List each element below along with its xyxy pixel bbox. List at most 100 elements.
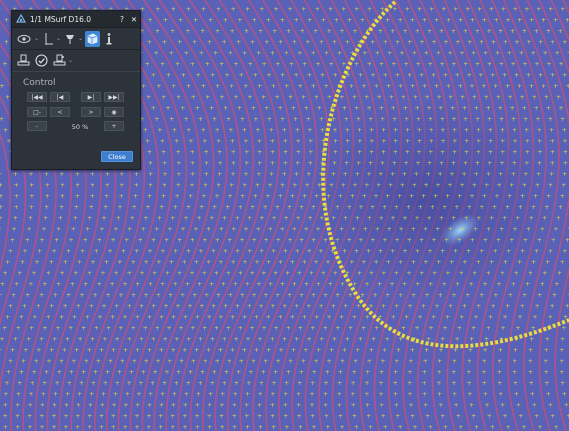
surface-dot: + bbox=[307, 127, 312, 134]
zoom-in-button[interactable]: + bbox=[104, 121, 124, 131]
surface-dot: + bbox=[94, 248, 99, 255]
surface-dot: + bbox=[230, 347, 235, 354]
surface-dot: + bbox=[294, 72, 299, 79]
step-left-button[interactable]: < bbox=[50, 107, 70, 117]
surface-dot: + bbox=[143, 215, 148, 222]
surface-dot: + bbox=[385, 193, 390, 200]
stamp-options-menu-icon[interactable]: ⌄ bbox=[68, 57, 73, 64]
surface-dot: + bbox=[144, 358, 149, 365]
surface-dot: + bbox=[544, 369, 549, 376]
surface-dot: + bbox=[565, 303, 569, 310]
surface-dot: + bbox=[0, 292, 2, 299]
first-button[interactable]: |◀◀ bbox=[27, 92, 47, 102]
step-back-button[interactable]: □- bbox=[27, 107, 47, 117]
last-button[interactable]: ▶▶| bbox=[104, 92, 124, 102]
surface-dot: + bbox=[0, 336, 5, 343]
surface-dot: + bbox=[235, 248, 240, 255]
surface-dot: + bbox=[463, 61, 468, 68]
surface-dot: + bbox=[460, 226, 465, 233]
surface-dot: + bbox=[467, 204, 472, 211]
surface-dot: + bbox=[445, 270, 450, 277]
surface-dot: + bbox=[151, 336, 156, 343]
lamp-tool-icon[interactable] bbox=[63, 31, 77, 47]
surface-dot: + bbox=[451, 369, 456, 376]
surface-dot: + bbox=[120, 358, 125, 365]
surface-dot: + bbox=[219, 259, 224, 266]
info-icon[interactable] bbox=[102, 31, 116, 47]
surface-dot: + bbox=[394, 303, 399, 310]
surface-dot: + bbox=[439, 215, 444, 222]
confirm-check-icon[interactable] bbox=[33, 53, 49, 69]
surface-dot: + bbox=[157, 127, 162, 134]
surface-dot: + bbox=[238, 325, 243, 332]
surface-dot: + bbox=[184, 50, 189, 57]
surface-dot: + bbox=[427, 215, 432, 222]
surface-dot: + bbox=[532, 402, 537, 409]
surface-dot: + bbox=[514, 391, 519, 398]
surface-dot: + bbox=[193, 17, 198, 24]
surface-dot: + bbox=[229, 83, 234, 90]
panel-titlebar[interactable]: 1/1 MSurf D16.0 ? ✕ bbox=[12, 11, 140, 28]
close-window-button[interactable]: ✕ bbox=[128, 15, 140, 24]
surface-dot: + bbox=[410, 413, 415, 420]
surface-dot: + bbox=[197, 281, 202, 288]
surface-dot: + bbox=[337, 391, 342, 398]
surface-dot: + bbox=[381, 303, 386, 310]
view-orbit-icon[interactable] bbox=[15, 31, 33, 47]
next-button[interactable]: ▶| bbox=[81, 92, 101, 102]
box-3d-icon[interactable] bbox=[85, 30, 101, 47]
previous-button[interactable]: |◀ bbox=[50, 92, 70, 102]
surface-dot: + bbox=[237, 17, 242, 24]
surface-dot: + bbox=[450, 105, 455, 112]
surface-dot: + bbox=[294, 336, 299, 343]
line-tool-menu-icon[interactable]: ⌄ bbox=[56, 35, 61, 42]
surface-dot: + bbox=[485, 402, 490, 409]
surface-dot: + bbox=[175, 61, 180, 68]
surface-dot: + bbox=[376, 182, 381, 189]
lamp-tool-menu-icon[interactable]: ⌄ bbox=[78, 35, 83, 42]
surface-dot: + bbox=[422, 391, 427, 398]
step-right-button[interactable]: > bbox=[81, 107, 101, 117]
zoom-out-button[interactable]: - bbox=[27, 121, 47, 131]
surface-dot: + bbox=[299, 204, 304, 211]
surface-dot: + bbox=[271, 424, 276, 431]
surface-dot: + bbox=[517, 17, 522, 24]
surface-dot: + bbox=[105, 182, 110, 189]
surface-dot: + bbox=[78, 336, 83, 343]
line-tool-icon[interactable] bbox=[41, 31, 55, 47]
surface-dot: + bbox=[383, 424, 388, 431]
close-button[interactable]: Close bbox=[101, 151, 133, 162]
surface-dot: + bbox=[438, 292, 443, 299]
surface-dot: + bbox=[279, 347, 284, 354]
surface-dot: + bbox=[415, 28, 420, 35]
surface-dot: + bbox=[64, 402, 69, 409]
surface-dot: + bbox=[290, 193, 295, 200]
surface-dot: + bbox=[408, 303, 413, 310]
surface-dot: + bbox=[11, 292, 16, 299]
surface-dot: + bbox=[110, 314, 115, 321]
surface-dot: + bbox=[46, 314, 51, 321]
help-button[interactable]: ? bbox=[116, 15, 128, 24]
surface-dot: + bbox=[435, 226, 440, 233]
surface-dot: + bbox=[422, 17, 427, 24]
surface-dot: + bbox=[223, 105, 228, 112]
view-orbit-menu-icon[interactable]: ⌄ bbox=[34, 35, 39, 42]
surface-dot: + bbox=[408, 391, 413, 398]
surface-dot: + bbox=[365, 402, 370, 409]
surface-dot: + bbox=[258, 391, 263, 398]
surface-dot: + bbox=[228, 127, 233, 134]
surface-dot: + bbox=[419, 237, 424, 244]
surface-dot: + bbox=[270, 336, 275, 343]
surface-dot: + bbox=[332, 160, 337, 167]
surface-dot: + bbox=[231, 226, 236, 233]
surface-dot: + bbox=[306, 116, 311, 123]
surface-dot: + bbox=[42, 380, 47, 387]
surface-dot: + bbox=[102, 215, 107, 222]
surface-dot: + bbox=[398, 83, 403, 90]
stamp-icon[interactable] bbox=[15, 53, 31, 69]
surface-dot: + bbox=[280, 17, 285, 24]
stamp-options-icon[interactable] bbox=[51, 53, 67, 69]
surface-dot: + bbox=[529, 380, 534, 387]
surface-dot: + bbox=[383, 72, 388, 79]
record-button[interactable]: ◉ bbox=[104, 107, 124, 117]
